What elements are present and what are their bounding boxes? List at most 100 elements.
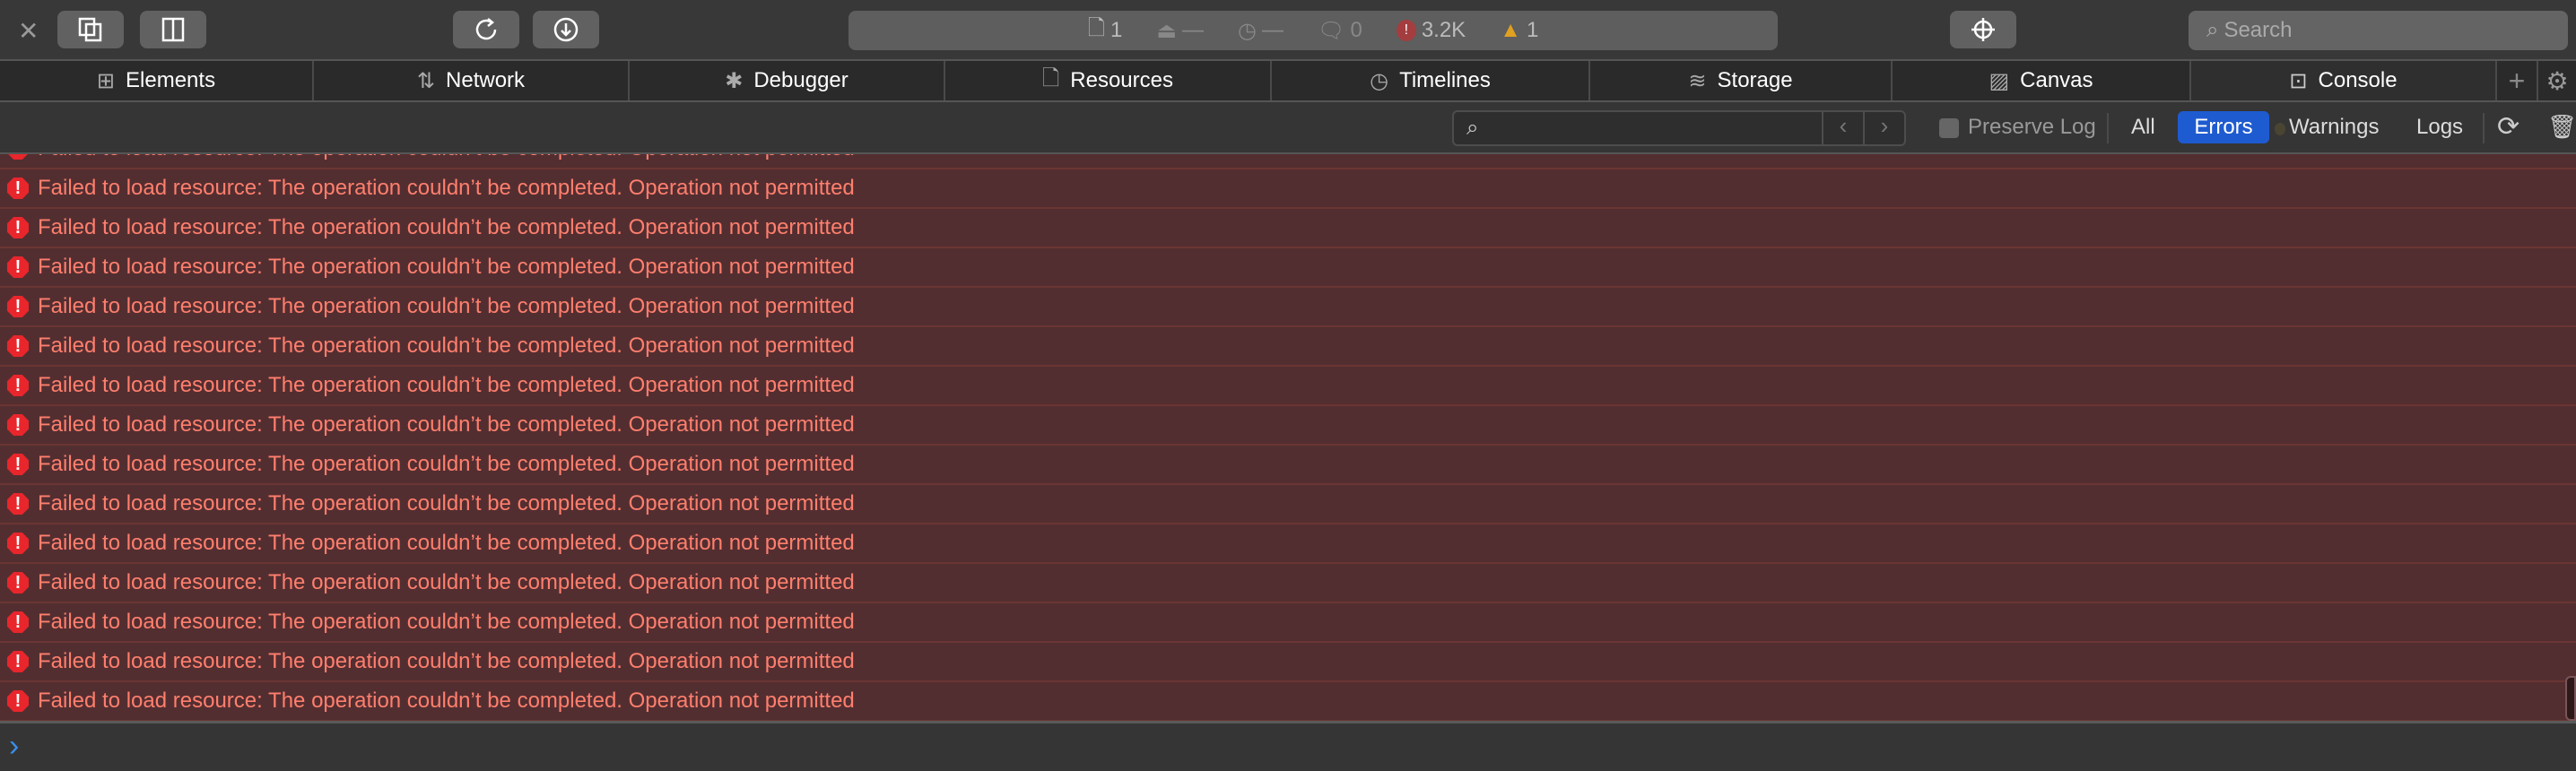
- error-icon: !: [7, 454, 29, 475]
- console-message-row[interactable]: ! Failed to load resource: The operation …: [0, 288, 2576, 327]
- inspect-button[interactable]: [1950, 11, 2016, 48]
- console-message-row[interactable]: ! Failed to load resource: The operation …: [0, 524, 2576, 564]
- clock-icon: ◷: [1370, 68, 1389, 93]
- refresh-icon[interactable]: ⟳: [2497, 111, 2519, 143]
- document-icon: 🗋: [1041, 65, 1060, 91]
- crosshair-icon: [1971, 18, 1995, 41]
- close-icon[interactable]: ✕: [18, 16, 39, 46]
- preserve-log-label[interactable]: Preserve Log: [1968, 115, 2096, 140]
- console-message-row[interactable]: ! Failed to load resource: The operation …: [0, 367, 2576, 406]
- scrollbar[interactable]: [2565, 676, 2576, 721]
- weight-icon: ⏏: [1156, 18, 1178, 43]
- add-tab-icon[interactable]: +: [2497, 61, 2538, 100]
- console-message-row[interactable]: ! Failed to load resource: The operation …: [0, 603, 2576, 643]
- filter-input[interactable]: ⌕ ‹ ›: [1452, 110, 1906, 146]
- console-icon: ⊡: [2289, 68, 2308, 93]
- tab-storage[interactable]: ≋ Storage: [1590, 61, 1893, 100]
- console-messages: ! Failed to load resource: The operation …: [0, 154, 2576, 721]
- tab-debugger[interactable]: ✱ Debugger: [630, 61, 945, 100]
- settings-gear-icon[interactable]: ⚙: [2538, 61, 2576, 100]
- tab-label: Elements: [126, 68, 216, 92]
- console-message-row[interactable]: ! Failed to load resource: The operation …: [0, 446, 2576, 485]
- divider: [2107, 113, 2109, 143]
- console-message-row[interactable]: ! Failed to load resource: The operation …: [0, 643, 2576, 682]
- filter-logs[interactable]: Logs: [2416, 115, 2463, 140]
- filter-warnings[interactable]: Warnings: [2289, 115, 2379, 140]
- message-text: Failed to load resource: The operation c…: [38, 649, 855, 673]
- error-icon: !: [7, 256, 29, 278]
- download-button[interactable]: [533, 11, 599, 48]
- console-message-row[interactable]: ! Failed to load resource: The operation …: [0, 564, 2576, 603]
- tab-timelines[interactable]: ◷ Timelines: [1272, 61, 1590, 100]
- network-icon: ⇅: [416, 68, 436, 93]
- tab-elements[interactable]: ⊞ Elements: [0, 61, 314, 100]
- console-prompt[interactable]: ›: [0, 721, 2576, 771]
- filter-all[interactable]: All: [2131, 115, 2155, 140]
- dock-side-button[interactable]: [140, 11, 206, 48]
- console-message-row[interactable]: ! Failed to load resource: The operation …: [0, 682, 2576, 721]
- console-message-row[interactable]: ! Failed to load resource: The operation …: [0, 248, 2576, 288]
- tab-bar: ⊞ Elements ⇅ Network ✱ Debugger 🗋 Resources …: [0, 61, 2576, 102]
- console-message-row[interactable]: ! Failed to load resource: The operation …: [0, 327, 2576, 367]
- status-summary[interactable]: 🗋 1 ⏏ — ◷ — 🗨 0 ! 3.2K ▲ 1: [849, 11, 1778, 50]
- tab-label: Storage: [1717, 68, 1793, 92]
- log-count: 0: [1350, 18, 1362, 42]
- download-icon: [553, 17, 579, 42]
- message-text: Failed to load resource: The operation c…: [38, 255, 855, 279]
- tab-console[interactable]: ⊡ Console: [2191, 61, 2497, 100]
- document-icon: 🗋: [1087, 15, 1105, 40]
- next-icon[interactable]: ›: [1863, 112, 1904, 144]
- warning-dot-icon: [2275, 123, 2285, 135]
- error-icon: !: [7, 611, 29, 633]
- tab-label: Network: [446, 68, 526, 92]
- tab-canvas[interactable]: ▨ Canvas: [1893, 61, 2191, 100]
- error-icon: !: [7, 296, 29, 317]
- message-text: Failed to load resource: The operation c…: [38, 215, 855, 239]
- resource-count: 1: [1110, 18, 1123, 42]
- message-text: Failed to load resource: The operation c…: [38, 373, 855, 397]
- resource-size: —: [1182, 18, 1205, 42]
- error-icon: !: [7, 533, 29, 554]
- error-icon: !: [1396, 20, 1416, 41]
- tab-network[interactable]: ⇅ Network: [314, 61, 630, 100]
- message-text: Failed to load resource: The operation c…: [38, 452, 855, 476]
- tab-label: Timelines: [1399, 68, 1491, 92]
- error-icon: !: [7, 178, 29, 199]
- filter-errors[interactable]: Errors: [2178, 111, 2269, 143]
- toolbar: ✕ 🗋 1 ⏏ — ◷ — 🗨 0 ! 3.2K ▲ 1 ⌕ Search: [0, 0, 2576, 61]
- message-icon: 🗨: [1317, 18, 1345, 43]
- tab-resources[interactable]: 🗋 Resources: [945, 61, 1272, 100]
- console-message-row[interactable]: ! Failed to load resource: The operation …: [0, 154, 2576, 169]
- error-icon: !: [7, 493, 29, 515]
- error-icon: !: [7, 217, 29, 238]
- search-input[interactable]: ⌕ Search: [2189, 11, 2568, 50]
- warning-count: 1: [1526, 18, 1539, 42]
- message-text: Failed to load resource: The operation c…: [38, 531, 855, 555]
- undock-button[interactable]: [57, 11, 124, 48]
- image-icon: ▨: [1989, 68, 2010, 93]
- trash-icon[interactable]: 🗑: [2547, 113, 2576, 141]
- preserve-log-checkbox[interactable]: [1939, 118, 1959, 138]
- elements-icon: ⊞: [96, 68, 116, 93]
- console-message-row[interactable]: ! Failed to load resource: The operation …: [0, 406, 2576, 446]
- reload-button[interactable]: [453, 11, 519, 48]
- previous-icon[interactable]: ‹: [1822, 112, 1863, 144]
- tab-label: Debugger: [753, 68, 849, 92]
- console-message-row[interactable]: ! Failed to load resource: The operation …: [0, 485, 2576, 524]
- message-text: Failed to load resource: The operation c…: [38, 334, 855, 358]
- message-text: Failed to load resource: The operation c…: [38, 570, 855, 594]
- error-icon: !: [7, 572, 29, 593]
- message-text: Failed to load resource: The operation c…: [38, 294, 855, 318]
- message-text: Failed to load resource: The operation c…: [38, 610, 855, 634]
- search-icon: ⌕: [2206, 18, 2219, 42]
- error-icon: !: [7, 375, 29, 396]
- message-text: Failed to load resource: The operation c…: [38, 689, 855, 713]
- console-message-row[interactable]: ! Failed to load resource: The operation …: [0, 209, 2576, 248]
- windows-icon: [78, 17, 102, 42]
- tab-label: Canvas: [2020, 68, 2093, 92]
- divider: [2483, 113, 2485, 143]
- console-message-row[interactable]: ! Failed to load resource: The operation …: [0, 169, 2576, 209]
- console-filter-bar: ⌕ ‹ › Preserve Log All Errors Warnings L…: [0, 102, 2576, 154]
- reload-icon: [475, 18, 497, 40]
- tab-label: Resources: [1070, 68, 1173, 92]
